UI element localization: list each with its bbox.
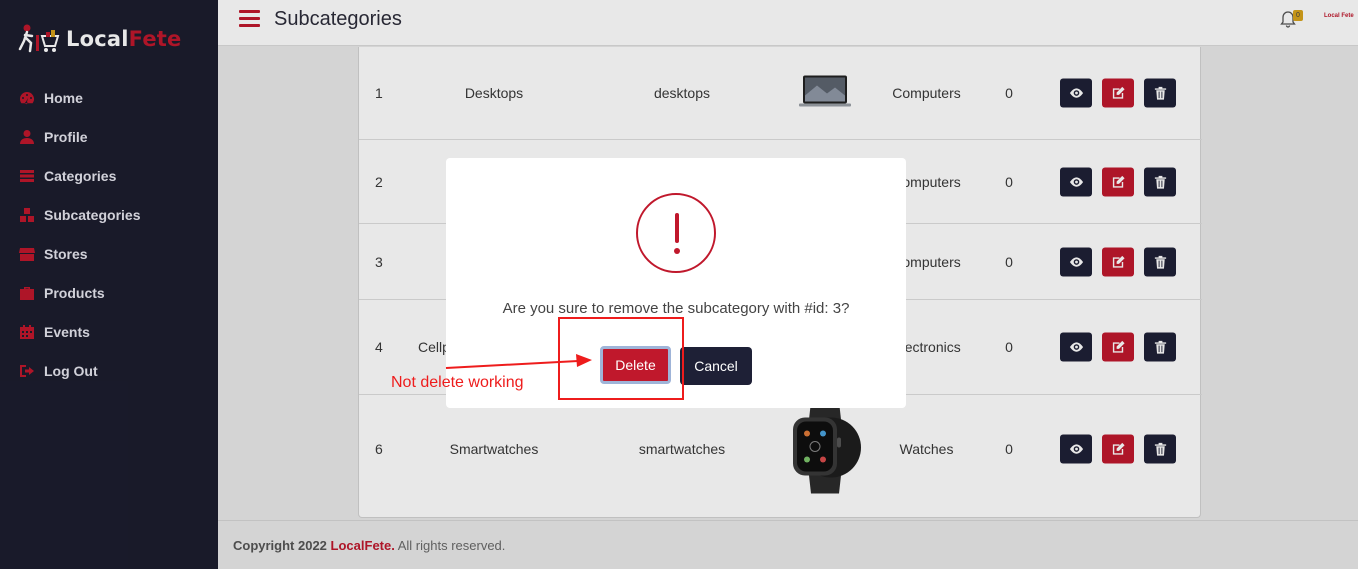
annotation-highlight-box [558,317,684,400]
annotation-label: Not delete working [391,374,524,391]
confirm-message: Are you sure to remove the subcategory w… [502,300,850,317]
warning-icon [636,193,716,273]
cancel-button[interactable]: Cancel [680,347,752,385]
